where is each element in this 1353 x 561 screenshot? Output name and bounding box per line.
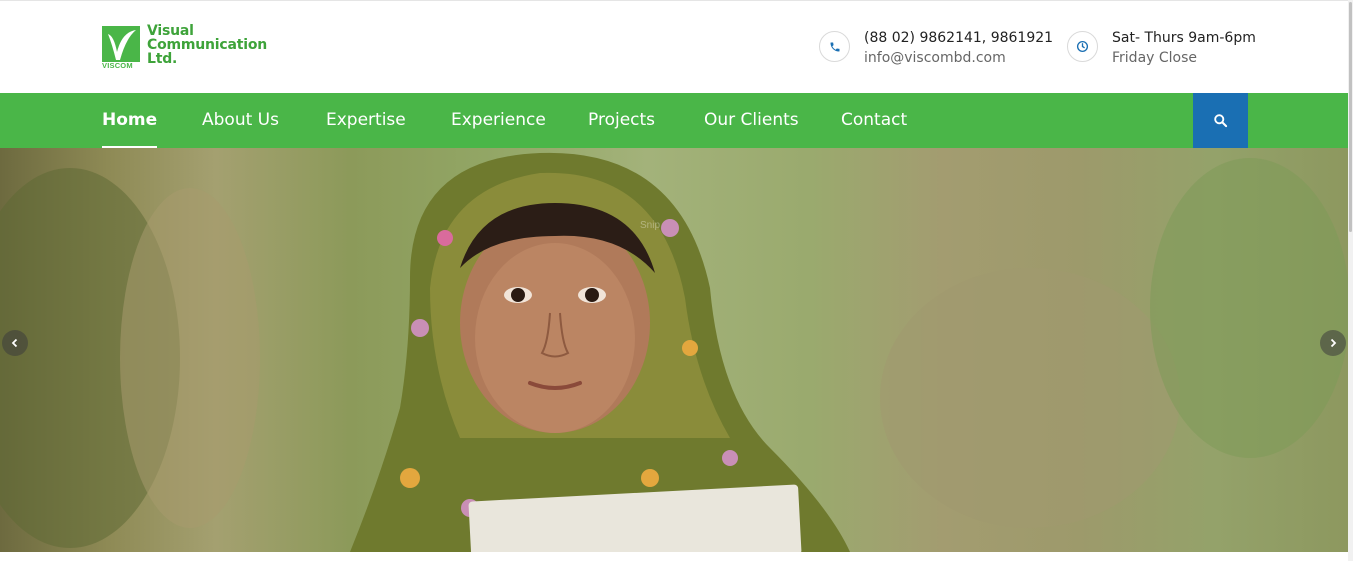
hero-slider: Snip: [0, 148, 1348, 552]
hero-foliage-left-2: [120, 188, 260, 528]
contact-phone-text: (88 02) 9862141, 9861921 info@viscombd.c…: [864, 28, 1053, 68]
hero-foliage-far-right: [1150, 158, 1348, 458]
logo-line-2: Communication: [147, 37, 268, 53]
nav-home[interactable]: Home: [102, 93, 158, 148]
page-scrollbar[interactable]: [1348, 0, 1353, 561]
logo-wordmark: Visual Communication Ltd.: [147, 24, 267, 66]
main-nav: Home About Us Expertise Experience Proje…: [0, 93, 1353, 148]
logo-mark-text: VISCOM: [102, 61, 133, 70]
hero-foliage-right: [880, 268, 1180, 528]
search-button[interactable]: [1193, 93, 1248, 148]
email-address[interactable]: info@viscombd.com: [864, 48, 1053, 68]
nav-experience[interactable]: Experience: [451, 93, 546, 148]
viscom-logo-mark: VISCOM: [102, 26, 140, 70]
clock-icon: [1067, 31, 1098, 62]
contact-hours-text: Sat- Thurs 9am-6pm Friday Close: [1112, 28, 1256, 68]
contact-phone-block: (88 02) 9862141, 9861921 info@viscombd.c…: [819, 28, 1053, 68]
hero-photo-girl: [350, 152, 850, 552]
scrollbar-thumb[interactable]: [1349, 2, 1352, 232]
nav-expertise[interactable]: Expertise: [326, 93, 406, 148]
logo-line-3: Ltd.: [147, 51, 178, 67]
site-header: VISCOM Visual Communication Ltd. (88 02)…: [0, 0, 1353, 93]
site-logo[interactable]: VISCOM Visual Communication Ltd.: [102, 24, 272, 72]
slider-next-button[interactable]: [1320, 330, 1346, 356]
hero-watermark: Snip: [640, 220, 661, 231]
contact-hours-block: Sat- Thurs 9am-6pm Friday Close: [1067, 28, 1256, 68]
logo-line-1: Visual: [147, 23, 194, 39]
business-hours: Sat- Thurs 9am-6pm: [1112, 30, 1256, 46]
nav-projects[interactable]: Projects: [588, 93, 655, 148]
closed-day: Friday Close: [1112, 50, 1198, 66]
chevron-right-icon: [1330, 338, 1337, 348]
nav-contact[interactable]: Contact: [841, 93, 907, 148]
phone-icon: [819, 31, 850, 62]
search-icon: [1214, 114, 1228, 128]
nav-our-clients[interactable]: Our Clients: [704, 93, 799, 148]
page: VISCOM Visual Communication Ltd. (88 02)…: [0, 0, 1353, 561]
slider-prev-button[interactable]: [2, 330, 28, 356]
phone-number[interactable]: (88 02) 9862141, 9861921: [864, 28, 1053, 48]
chevron-left-icon: [11, 338, 18, 348]
nav-about-us[interactable]: About Us: [202, 93, 279, 148]
